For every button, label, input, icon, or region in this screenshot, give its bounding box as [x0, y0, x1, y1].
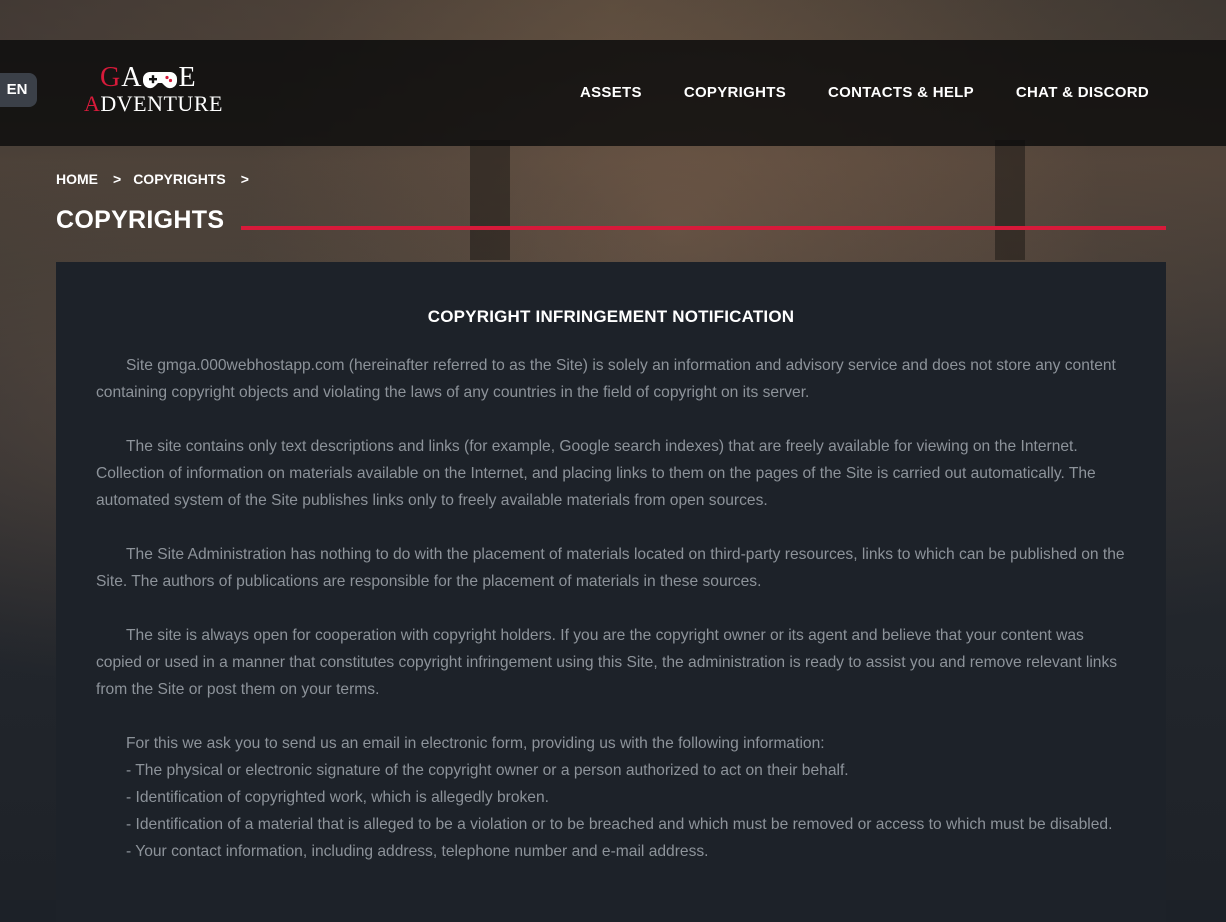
logo-word-game: GA E: [100, 62, 197, 93]
request-item: - Identification of copyrighted work, wh…: [126, 789, 549, 806]
site-header: EN GA E ADVENTURE ASSETS COPYRIGHTS CONT…: [0, 40, 1226, 146]
logo-word-adventure: ADVENTURE: [84, 91, 223, 116]
background-top-strip: [0, 0, 1226, 40]
notice-heading: COPYRIGHT INFRINGEMENT NOTIFICATION: [427, 307, 795, 326]
title-divider: [241, 226, 1166, 230]
content-panel: COPYRIGHT INFRINGEMENT NOTIFICATION Site…: [56, 262, 1166, 922]
request-item: - Identification of a material that is a…: [126, 816, 1113, 833]
notice-paragraph: The Site Administration has nothing to d…: [96, 546, 1125, 590]
gamepad-icon: [143, 71, 178, 88]
request-intro: For this we ask you to send us an email …: [126, 735, 825, 752]
background-tree-trunk: [470, 140, 510, 260]
breadcrumb: HOME > COPYRIGHTS >: [56, 171, 261, 187]
notice-body: Site gmga.000webhostapp.com (hereinafter…: [96, 352, 1126, 865]
nav-assets[interactable]: ASSETS: [580, 84, 642, 101]
request-item: - The physical or electronic signature o…: [126, 762, 849, 779]
breadcrumb-home[interactable]: HOME: [56, 171, 98, 187]
background-tree-trunk: [995, 140, 1025, 260]
breadcrumb-separator: >: [240, 171, 249, 187]
main-nav: ASSETS COPYRIGHTS CONTACTS & HELP CHAT &…: [580, 84, 1149, 101]
notice-paragraph: The site is always open for cooperation …: [96, 627, 1118, 698]
breadcrumb-current[interactable]: COPYRIGHTS: [133, 171, 226, 187]
request-item: - Your contact information, including ad…: [126, 843, 709, 860]
nav-chat-discord[interactable]: CHAT & DISCORD: [1016, 84, 1149, 101]
nav-contacts-help[interactable]: CONTACTS & HELP: [828, 84, 974, 101]
site-logo[interactable]: GA E ADVENTURE: [84, 62, 234, 118]
nav-copyrights[interactable]: COPYRIGHTS: [684, 84, 786, 101]
language-switch-button[interactable]: EN: [0, 73, 37, 107]
page-title: COPYRIGHTS: [56, 206, 225, 234]
breadcrumb-separator: >: [113, 171, 122, 187]
notice-paragraph: Site gmga.000webhostapp.com (hereinafter…: [96, 357, 1116, 401]
notice-paragraph: The site contains only text descriptions…: [96, 438, 1096, 509]
